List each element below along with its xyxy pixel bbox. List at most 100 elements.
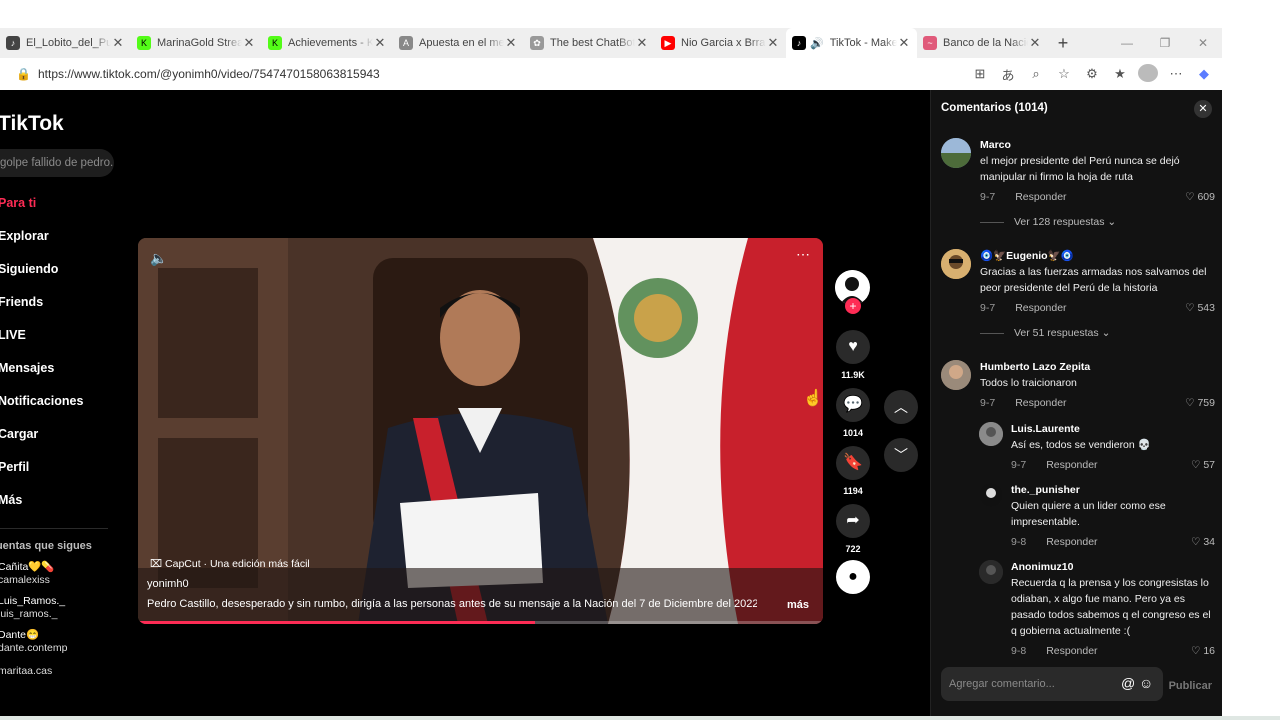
- logo[interactable]: TikTok: [0, 112, 64, 136]
- comment-username[interactable]: Humberto Lazo Zepita: [980, 360, 1215, 374]
- emoji-icon[interactable]: ☺: [1139, 675, 1153, 691]
- nav-friends[interactable]: Friends: [0, 293, 83, 326]
- comment-username[interactable]: Luis.Laurente: [1011, 422, 1215, 436]
- comment-likes[interactable]: ♡ 34: [1191, 534, 1215, 550]
- tab[interactable]: ✿ The best ChatBot ✕: [524, 28, 655, 58]
- reply-button[interactable]: Responder: [1015, 397, 1066, 409]
- view-replies-button[interactable]: Ver 51 respuestas ⌄: [980, 327, 1110, 339]
- profile-avatar[interactable]: [1138, 63, 1158, 85]
- publish-button[interactable]: Publicar: [1169, 680, 1212, 692]
- following-account[interactable]: Luis_Ramos._ luis_ramos._: [0, 595, 67, 621]
- comment-username[interactable]: Anonimuz10: [1011, 560, 1215, 574]
- comment-date: 9-7: [980, 191, 996, 203]
- comment-avatar[interactable]: [941, 249, 971, 279]
- reply-button[interactable]: Responder: [1015, 302, 1066, 314]
- following-account[interactable]: Cañita💛💊 camalexiss: [0, 561, 67, 587]
- tab-active[interactable]: ♪ 🔊 TikTok - Make Your Day✕: [786, 28, 917, 58]
- following-account[interactable]: Dante😁 dante.contemp: [0, 629, 67, 655]
- nav-explore[interactable]: Explorar: [0, 227, 83, 260]
- tab[interactable]: ♪ El_Lobito_del_Pueblo✕: [0, 28, 131, 58]
- comment-username[interactable]: the._punisher: [1011, 483, 1215, 497]
- url-field[interactable]: https://www.tiktok.com/@yonimh0/video/75…: [38, 67, 380, 81]
- minimize-icon[interactable]: —: [1108, 28, 1146, 58]
- reply-button[interactable]: Responder: [1015, 191, 1066, 203]
- nav-notifications[interactable]: Notificaciones: [0, 392, 83, 425]
- reply-button[interactable]: Responder: [1046, 536, 1097, 548]
- new-tab-button[interactable]: +: [1048, 33, 1078, 54]
- close-tab-icon[interactable]: ✕: [766, 35, 780, 51]
- close-tab-icon[interactable]: ✕: [635, 35, 649, 51]
- nav-profile[interactable]: Perfil: [0, 458, 83, 491]
- comment-likes[interactable]: ♡ 759: [1185, 395, 1215, 411]
- more-menu-icon[interactable]: ⋯: [1166, 66, 1186, 82]
- close-tab-icon[interactable]: ✕: [111, 35, 125, 51]
- previous-video-button[interactable]: ︿: [884, 390, 918, 424]
- volume-icon[interactable]: 🔈: [150, 250, 167, 267]
- comment-username[interactable]: Marco: [980, 138, 1215, 152]
- tab[interactable]: ~ Banco de la Nación✕: [917, 28, 1048, 58]
- music-disc-icon[interactable]: ●: [836, 560, 870, 594]
- nav-live[interactable]: LIVE: [0, 326, 83, 359]
- comment-action[interactable]: 💬 1014: [835, 388, 871, 438]
- view-replies-button[interactable]: Ver 128 respuestas ⌄: [980, 216, 1116, 228]
- maximize-icon[interactable]: ❐: [1146, 28, 1184, 58]
- speaker-icon[interactable]: 🔊: [810, 37, 824, 50]
- sound-disc[interactable]: ●: [835, 560, 871, 594]
- comment-avatar[interactable]: [979, 560, 1003, 584]
- tab[interactable]: A Apuesta en el mejor✕: [393, 28, 524, 58]
- comment-likes[interactable]: ♡ 609: [1185, 189, 1215, 205]
- comment-input[interactable]: [949, 675, 1109, 693]
- reply-button[interactable]: Responder: [1046, 459, 1097, 471]
- following-account[interactable]: maritaa.cas: [0, 665, 67, 678]
- favorites-icon[interactable]: ★: [1110, 66, 1130, 82]
- video-author[interactable]: yonimh0: [147, 578, 189, 590]
- comment-likes[interactable]: ♡ 543: [1185, 300, 1215, 316]
- share-action[interactable]: ➦ 722: [835, 504, 871, 554]
- next-video-button[interactable]: ﹀: [884, 438, 918, 472]
- apps-icon[interactable]: ⊞: [970, 66, 990, 82]
- site-info-icon[interactable]: 🔒: [16, 67, 31, 81]
- copilot-icon[interactable]: ◆: [1194, 66, 1214, 82]
- search-input[interactable]: golpe fallido de pedro...: [0, 149, 114, 177]
- close-tab-icon[interactable]: ✕: [373, 35, 387, 51]
- mention-icon[interactable]: @: [1121, 675, 1135, 691]
- video-player[interactable]: 🔈 ⋯ ⌧ CapCut · Una edición más fácil yon…: [138, 238, 823, 624]
- close-tab-icon[interactable]: ✕: [1028, 35, 1042, 51]
- heart-icon[interactable]: ♥: [836, 330, 870, 364]
- comment-avatar[interactable]: [941, 360, 971, 390]
- tab[interactable]: ▶ Nio Garcia x Brray ✕: [655, 28, 786, 58]
- nav-upload[interactable]: Cargar: [0, 425, 83, 458]
- extension-icon[interactable]: ⚙: [1082, 66, 1102, 82]
- nav-messages[interactable]: Mensajes: [0, 359, 83, 392]
- reply-button[interactable]: Responder: [1046, 645, 1097, 657]
- comment-avatar[interactable]: [979, 483, 1003, 507]
- nav-following[interactable]: Siguiendo: [0, 260, 83, 293]
- translate-icon[interactable]: あ: [998, 65, 1018, 84]
- tab[interactable]: K MarinaGold Stream✕: [131, 28, 262, 58]
- favorite-star-icon[interactable]: ☆: [1054, 66, 1074, 82]
- comment-avatar[interactable]: [941, 138, 971, 168]
- close-tab-icon[interactable]: ✕: [242, 35, 256, 51]
- share-icon[interactable]: ➦: [836, 504, 870, 538]
- more-options-icon[interactable]: ⋯: [796, 246, 811, 263]
- progress-bar[interactable]: [138, 621, 536, 624]
- close-comments-button[interactable]: ✕: [1194, 100, 1212, 118]
- nav-more[interactable]: Más: [0, 491, 83, 524]
- save-action[interactable]: 🔖 1194: [835, 446, 871, 496]
- comment-username[interactable]: 🧿🦅Eugenio🦅🧿: [980, 249, 1215, 263]
- close-window-icon[interactable]: ✕: [1184, 28, 1222, 58]
- like-action[interactable]: ♥ 11.9K: [835, 330, 871, 380]
- zoom-icon[interactable]: ⌕: [1026, 66, 1046, 82]
- comment-likes[interactable]: ♡ 57: [1191, 457, 1215, 473]
- bookmark-icon[interactable]: 🔖: [836, 446, 870, 480]
- follow-plus-button[interactable]: +: [845, 298, 861, 314]
- comment-icon[interactable]: 💬: [836, 388, 870, 422]
- close-tab-icon[interactable]: ✕: [897, 35, 911, 51]
- capcut-label[interactable]: ⌧ CapCut · Una edición más fácil: [150, 558, 310, 570]
- comment-likes[interactable]: ♡ 16: [1191, 643, 1215, 659]
- tab[interactable]: K Achievements - Kick✕: [262, 28, 393, 58]
- comment-avatar[interactable]: [979, 422, 1003, 446]
- close-tab-icon[interactable]: ✕: [504, 35, 518, 51]
- more-link[interactable]: más: [787, 599, 809, 611]
- nav-for-you[interactable]: Para ti: [0, 194, 83, 227]
